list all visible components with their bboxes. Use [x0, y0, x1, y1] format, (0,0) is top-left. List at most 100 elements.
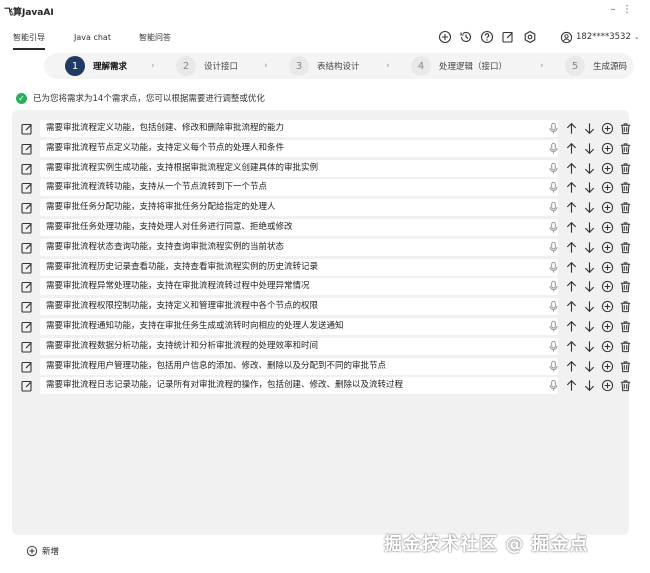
- requirement-input[interactable]: 需要审批流程通知功能，支持在审批任务生成或流转时向相应的处理人发送通知: [40, 318, 558, 335]
- mic-icon[interactable]: [547, 181, 560, 194]
- add-circle-icon[interactable]: [601, 300, 614, 313]
- edit-icon[interactable]: [20, 122, 34, 136]
- trash-icon[interactable]: [619, 340, 632, 353]
- step-design-interface[interactable]: 2 设计接口: [176, 53, 238, 79]
- edit-icon[interactable]: [20, 360, 34, 374]
- settings-icon[interactable]: [523, 30, 537, 44]
- arrow-down-icon[interactable]: [583, 241, 596, 254]
- step-understand-requirements[interactable]: 1 理解需求: [65, 53, 127, 79]
- mic-icon[interactable]: [547, 300, 560, 313]
- trash-icon[interactable]: [619, 300, 632, 313]
- arrow-up-icon[interactable]: [565, 280, 578, 293]
- tab-smart-guide[interactable]: 智能引导: [13, 26, 45, 50]
- step-generate-source[interactable]: 5 生成源码: [565, 53, 627, 79]
- arrow-down-icon[interactable]: [583, 340, 596, 353]
- step-table-design[interactable]: 3 表结构设计: [289, 53, 360, 79]
- tab-smart-qa[interactable]: 智能问答: [139, 26, 171, 50]
- trash-icon[interactable]: [619, 379, 632, 392]
- tab-java-chat[interactable]: Java chat: [74, 26, 111, 50]
- arrow-down-icon[interactable]: [583, 261, 596, 274]
- history-icon[interactable]: [459, 30, 473, 44]
- mic-icon[interactable]: [547, 340, 560, 353]
- mic-icon[interactable]: [547, 360, 560, 373]
- more-icon[interactable]: ⋮: [620, 2, 634, 18]
- mic-icon[interactable]: [547, 261, 560, 274]
- add-circle-icon[interactable]: [601, 261, 614, 274]
- requirement-input[interactable]: 需要审批流程节点定义功能，支持定义每个节点的处理人和条件: [40, 139, 558, 157]
- mic-icon[interactable]: [547, 221, 560, 234]
- trash-icon[interactable]: [619, 122, 632, 135]
- arrow-down-icon[interactable]: [583, 280, 596, 293]
- arrow-up-icon[interactable]: [565, 379, 578, 392]
- user-menu[interactable]: 182****3532 ⌄: [560, 30, 640, 44]
- arrow-up-icon[interactable]: [565, 320, 578, 333]
- arrow-up-icon[interactable]: [565, 360, 578, 373]
- arrow-down-icon[interactable]: [583, 142, 596, 155]
- trash-icon[interactable]: [619, 261, 632, 274]
- requirement-input[interactable]: 需要审批流程日志记录功能，记录所有对审批流程的操作，包括创建、修改、删除以及流转…: [40, 377, 558, 395]
- arrow-up-icon[interactable]: [565, 241, 578, 254]
- edit-icon[interactable]: [20, 300, 34, 314]
- trash-icon[interactable]: [619, 280, 632, 293]
- arrow-down-icon[interactable]: [583, 122, 596, 135]
- trash-icon[interactable]: [619, 320, 632, 333]
- mic-icon[interactable]: [547, 379, 560, 392]
- arrow-down-icon[interactable]: [583, 181, 596, 194]
- add-circle-icon[interactable]: [601, 221, 614, 234]
- edit-icon[interactable]: [20, 142, 34, 156]
- trash-icon[interactable]: [619, 162, 632, 175]
- add-circle-icon[interactable]: [601, 241, 614, 254]
- add-icon[interactable]: [438, 30, 452, 44]
- arrow-up-icon[interactable]: [565, 300, 578, 313]
- add-circle-icon[interactable]: [601, 340, 614, 353]
- trash-icon[interactable]: [619, 360, 632, 373]
- arrow-up-icon[interactable]: [565, 261, 578, 274]
- edit-icon[interactable]: [20, 162, 34, 176]
- add-circle-icon[interactable]: [601, 360, 614, 373]
- add-circle-icon[interactable]: [601, 201, 614, 214]
- requirement-input[interactable]: 需要审批流程异常处理功能，支持在审批流程流转过程中处理异常情况: [40, 278, 558, 296]
- mic-icon[interactable]: [547, 320, 560, 333]
- arrow-down-icon[interactable]: [583, 300, 596, 313]
- arrow-up-icon[interactable]: [565, 142, 578, 155]
- arrow-down-icon[interactable]: [583, 162, 596, 175]
- requirement-input[interactable]: 需要审批流程实例生成功能，支持根据审批流程定义创建具体的审批实例: [40, 159, 558, 177]
- edit-icon[interactable]: [20, 201, 34, 215]
- add-circle-icon[interactable]: [601, 162, 614, 175]
- mic-icon[interactable]: [547, 241, 560, 254]
- edit-icon[interactable]: [20, 379, 34, 393]
- edit-icon[interactable]: [20, 241, 34, 255]
- add-circle-icon[interactable]: [601, 181, 614, 194]
- add-circle-icon[interactable]: [601, 320, 614, 333]
- mic-icon[interactable]: [547, 122, 560, 135]
- mic-icon[interactable]: [547, 162, 560, 175]
- arrow-up-icon[interactable]: [565, 181, 578, 194]
- mic-icon[interactable]: [547, 142, 560, 155]
- trash-icon[interactable]: [619, 241, 632, 254]
- requirement-input[interactable]: 需要审批流程权限控制功能，支持定义和管理审批流程中各个节点的权限: [40, 298, 558, 316]
- requirement-input[interactable]: 需要审批流程用户管理功能，包括用户信息的添加、修改、删除以及分配到不同的审批节点: [40, 357, 558, 375]
- requirement-input[interactable]: 需要审批任务分配功能，支持将审批任务分配给指定的处理人: [40, 199, 558, 217]
- mic-icon[interactable]: [547, 280, 560, 293]
- edit-icon[interactable]: [20, 280, 34, 294]
- requirement-input[interactable]: 需要审批流程历史记录查看功能，支持查看审批流程实例的历史流转记录: [40, 258, 558, 276]
- trash-icon[interactable]: [619, 201, 632, 214]
- arrow-down-icon[interactable]: [583, 201, 596, 214]
- requirement-input[interactable]: 需要审批流程状态查询功能，支持查询审批流程实例的当前状态: [40, 238, 558, 256]
- edit-icon[interactable]: [20, 221, 34, 235]
- arrow-up-icon[interactable]: [565, 340, 578, 353]
- arrow-up-icon[interactable]: [565, 162, 578, 175]
- trash-icon[interactable]: [619, 142, 632, 155]
- edit-icon[interactable]: [20, 320, 34, 334]
- edit-icon[interactable]: [501, 30, 515, 44]
- arrow-up-icon[interactable]: [565, 201, 578, 214]
- requirement-input[interactable]: 需要审批任务处理功能，支持处理人对任务进行同意、拒绝或修改: [40, 219, 558, 236]
- requirement-input[interactable]: 需要审批流程流转功能，支持从一个节点流转到下一个节点: [40, 179, 558, 197]
- add-new-button[interactable]: 新增: [26, 545, 59, 557]
- mic-icon[interactable]: [547, 201, 560, 214]
- add-circle-icon[interactable]: [601, 379, 614, 392]
- add-circle-icon[interactable]: [601, 142, 614, 155]
- arrow-down-icon[interactable]: [583, 379, 596, 392]
- arrow-down-icon[interactable]: [583, 320, 596, 333]
- arrow-down-icon[interactable]: [583, 360, 596, 373]
